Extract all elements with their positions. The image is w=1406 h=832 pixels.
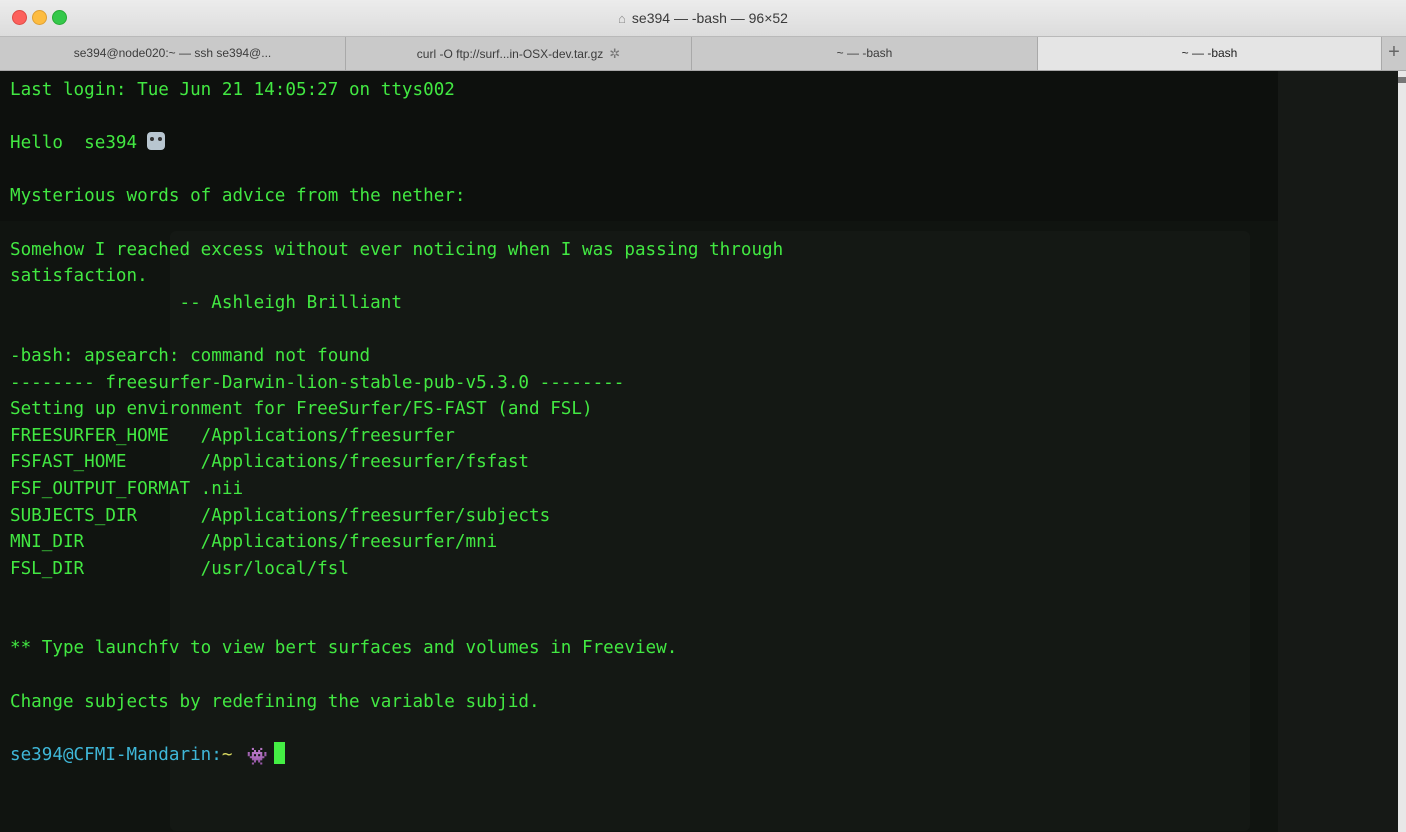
background-side-panel [1278,71,1398,832]
new-tab-button[interactable]: + [1382,37,1406,70]
tab-ssh-node020[interactable]: se394@node020:~ — ssh se394@... [0,37,346,70]
activity-spinner-icon: ✲ [609,46,621,61]
terminal-line: Change subjects by redefining the variab… [10,691,540,712]
title-bar: ⌂ se394 — -bash — 96×52 [0,0,1406,37]
tab-label: ~ — -bash [836,46,893,60]
tab-curl-download[interactable]: curl -O ftp://surf...in-OSX-dev.tar.gz ✲ [346,37,692,70]
terminal-line: -------- freesurfer-Darwin-lion-stable-p… [10,372,625,393]
window-title-text: se394 — -bash — 96×52 [631,10,788,26]
terminal-output[interactable]: Last login: Tue Jun 21 14:05:27 on ttys0… [0,71,1406,832]
terminal-line: -- Ashleigh Brilliant [10,292,402,313]
terminal-line: Last login: Tue Jun 21 14:05:27 on ttys0… [10,80,455,100]
prompt-path: ~ [221,744,233,765]
terminal-line: FSFAST_HOME /Applications/freesurfer/fsf… [10,452,530,473]
terminal-line: ** Type launchfv to view bert surfaces a… [10,638,678,659]
tab-label: ~ — -bash [1181,46,1238,60]
terminal-line: Mysterious words of advice from the neth… [10,186,466,207]
terminal-text: Last login: Tue Jun 21 14:05:27 on ttys0… [10,77,783,768]
terminal-line: -bash: apsearch: command not found [10,345,371,366]
terminal-line: FREESURFER_HOME /Applications/freesurfer [10,425,455,446]
terminal-line: SUBJECTS_DIR /Applications/freesurfer/su… [10,505,551,526]
robot-icon [147,132,166,151]
window-title: ⌂ se394 — -bash — 96×52 [0,10,1406,26]
terminal-line: Hello se394 [10,130,783,157]
terminal-line: FSL_DIR /usr/local/fsl [10,558,349,579]
terminal-line: Setting up environment for FreeSurfer/FS… [10,399,593,420]
home-icon: ⌂ [618,11,626,26]
terminal-line: satisfaction. [10,266,148,287]
tab-bash-1[interactable]: ~ — -bash [692,37,1038,70]
shell-prompt[interactable]: se394@CFMI-Mandarin:~ 👾 [10,741,783,769]
prompt-user-host: se394@CFMI-Mandarin: [10,744,222,765]
terminal-line: FSF_OUTPUT_FORMAT .nii [10,478,244,499]
tab-bash-active[interactable]: ~ — -bash [1038,37,1382,70]
terminal-line: MNI_DIR /Applications/freesurfer/mni [10,532,498,553]
tab-label: se394@node020:~ — ssh se394@... [73,46,272,60]
tab-bar: se394@node020:~ — ssh se394@... curl -O … [0,37,1406,71]
terminal-line: Somehow I reached excess without ever no… [10,239,784,260]
scrollbar[interactable] [1398,71,1406,832]
tab-label: curl -O ftp://surf...in-OSX-dev.tar.gz [416,47,604,61]
text-cursor [273,741,285,764]
scrollbar-thumb[interactable] [1398,77,1406,83]
alien-icon: 👾 [236,746,268,767]
